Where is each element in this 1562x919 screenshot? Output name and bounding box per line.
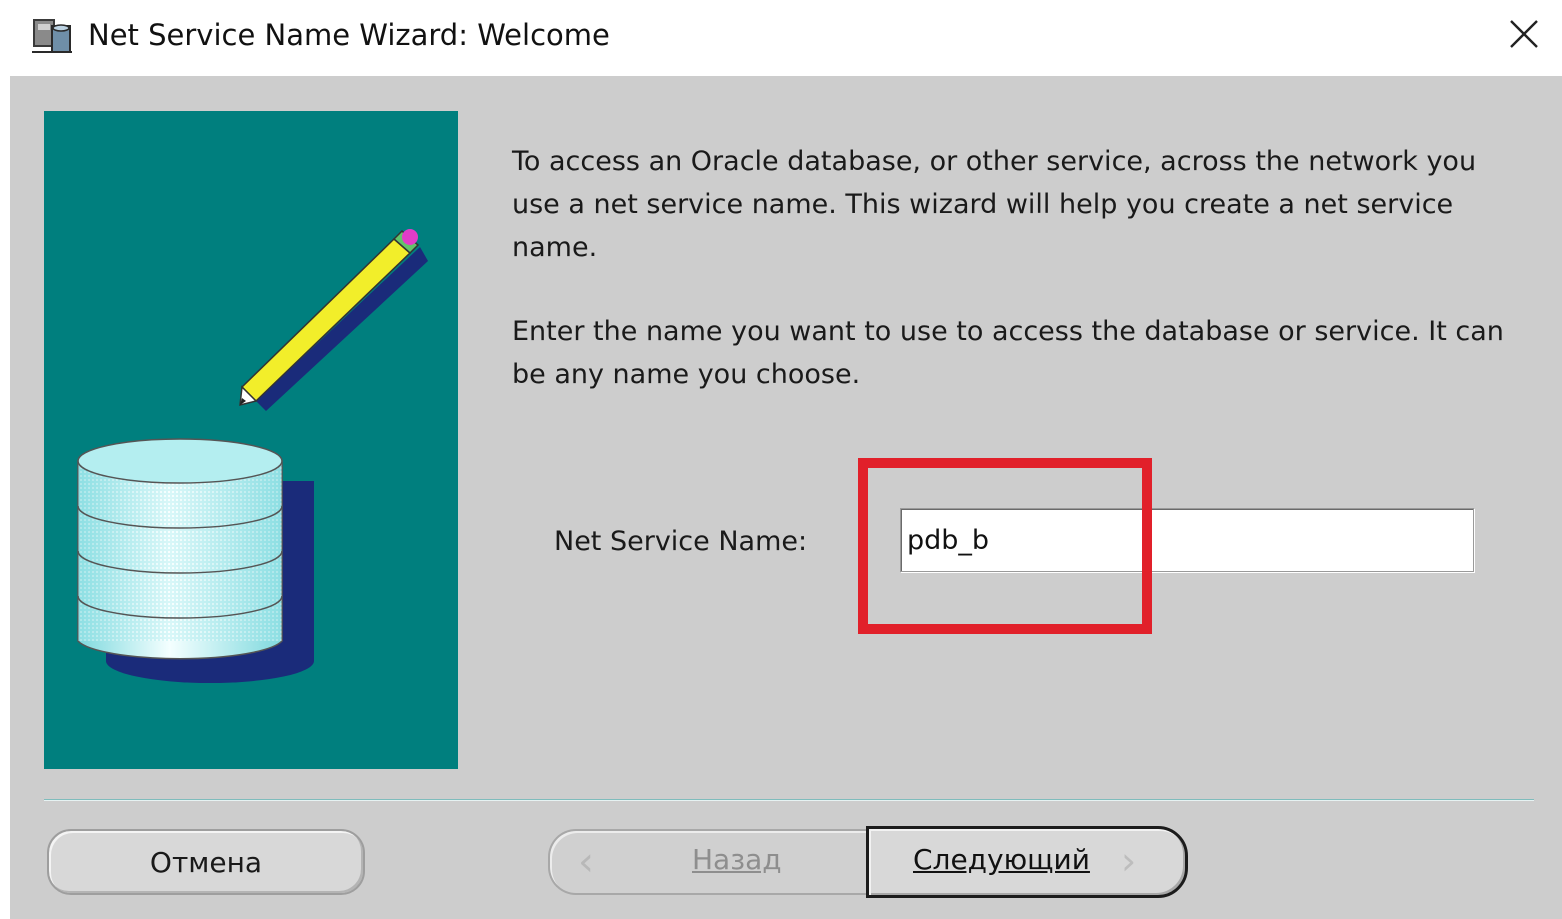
welcome-description: To access an Oracle database, or other s…	[512, 146, 1477, 263]
chevron-left-icon: ‹	[578, 839, 594, 885]
net-service-name-input[interactable]	[900, 508, 1474, 572]
cancel-button-label: Отмена	[149, 845, 263, 879]
wizard-body: To access an Oracle database, or other s…	[10, 76, 1562, 919]
next-button-label: Следующий	[913, 843, 1090, 876]
net-service-name-label: Net Service Name:	[554, 526, 808, 557]
title-bar: Net Service Name Wizard: Welcome	[0, 0, 1562, 72]
wizard-illustration	[44, 111, 458, 769]
pencil-icon	[239, 229, 428, 411]
oracle-net-manager-icon	[30, 14, 74, 56]
close-icon	[1510, 20, 1538, 48]
next-button[interactable]: Следующий ›	[866, 826, 1188, 898]
database-icon	[77, 438, 314, 683]
button-divider	[44, 799, 1534, 801]
back-button-label: Назад	[692, 843, 782, 876]
chevron-right-icon: ›	[1121, 839, 1137, 883]
window-title: Net Service Name Wizard: Welcome	[88, 18, 610, 52]
close-button[interactable]	[1504, 12, 1544, 56]
back-button: ‹ Назад	[548, 829, 878, 895]
cancel-button[interactable]: Отмена	[47, 829, 365, 895]
name-instructions: Enter the name you want to use to access…	[512, 316, 1504, 390]
